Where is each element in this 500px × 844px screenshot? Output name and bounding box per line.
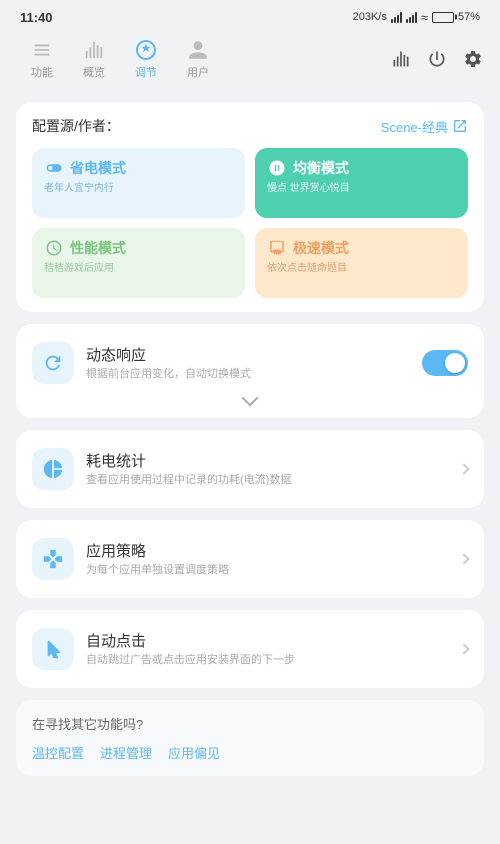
auto-click-row[interactable]: 自动点击 自动跳过广告或点击应用安装界面的下一步: [32, 624, 468, 674]
balanced-name: 均衡模式: [293, 158, 349, 178]
chevron-right-icon-2: [458, 553, 469, 564]
expand-chevron-wrap[interactable]: [32, 396, 468, 404]
tab-feature[interactable]: 功能: [16, 34, 68, 84]
chevron-right-icon-3: [458, 643, 469, 654]
auto-click-card: 自动点击 自动跳过广告或点击应用安装界面的下一步: [16, 610, 484, 688]
mode-card-balanced[interactable]: 均衡模式 慢点 世界赏心悦目: [255, 148, 468, 218]
balanced-desc: 慢点 世界赏心悦目: [267, 182, 456, 196]
app-strategy-text: 应用策略 为每个应用单独设置调度策略: [86, 540, 448, 578]
feature-tab-icon: [30, 38, 54, 62]
bottom-links: 温控配置 进程管理 应用偏见: [32, 743, 468, 762]
app-strategy-name: 应用策略: [86, 540, 448, 561]
chevron-right-icon: [458, 463, 469, 474]
config-scene-button[interactable]: Scene-经典: [381, 117, 468, 136]
link-temp-config[interactable]: 温控配置: [32, 743, 84, 762]
tab-overview-label: 概览: [83, 64, 105, 80]
mode-card-power-save[interactable]: 省电模式 老年人宜宁内行: [32, 148, 245, 218]
chevron-down-icon: [242, 390, 259, 407]
auto-click-icon-wrap: [32, 628, 74, 670]
dynamic-response-card: 动态响应 根据前台应用变化，自动切换模式: [16, 324, 484, 418]
auto-click-desc: 自动跳过广告或点击应用安装界面的下一步: [86, 653, 448, 668]
signal-icon-1: [391, 11, 402, 23]
overview-tab-icon: [82, 38, 106, 62]
config-source-card: 配置源/作者： Scene-经典 省电模式 老年人宜宁内行: [16, 102, 484, 312]
pie-chart-icon: [42, 458, 64, 480]
power-stats-row[interactable]: 耗电统计 查看应用使用过程中记录的功耗(电流)数据: [32, 444, 468, 494]
dynamic-response-row: 动态响应 根据前台应用变化，自动切换模式: [32, 338, 468, 388]
refresh-icon: [42, 352, 64, 374]
signal-icon-2: [406, 11, 417, 23]
tab-feature-label: 功能: [31, 64, 53, 80]
mode-card-turbo-header: 极速模式: [267, 238, 456, 258]
status-bar: 11:40 203K/s ≈ 57%: [0, 0, 500, 30]
turbo-desc: 依次点击随命题目: [267, 262, 456, 276]
tab-user-label: 用户: [187, 64, 209, 80]
performance-desc: 秸秸游戏后应用: [44, 262, 233, 276]
tab-adjust-label: 调节: [135, 64, 157, 80]
gear-action-icon[interactable]: [462, 48, 484, 70]
tab-adjust[interactable]: 调节: [120, 34, 172, 84]
balanced-icon: [267, 158, 287, 178]
power-stats-icon-wrap: [32, 448, 74, 490]
dynamic-response-toggle-wrap: [422, 350, 468, 376]
gamepad-icon: [42, 548, 64, 570]
mode-card-performance[interactable]: 性能模式 秸秸游戏后应用: [32, 228, 245, 298]
mode-card-balanced-header: 均衡模式: [267, 158, 456, 178]
power-action-icon[interactable]: [426, 48, 448, 70]
bottom-title: 在寻找其它功能吗?: [32, 714, 468, 733]
auto-click-name: 自动点击: [86, 630, 448, 651]
status-time: 11:40: [20, 10, 53, 25]
power-save-desc: 老年人宜宁内行: [44, 182, 233, 196]
battery-percent: 57%: [458, 11, 480, 23]
chart-action-icon[interactable]: [390, 48, 412, 70]
nav-tabs: 功能 概览 调节 用户: [16, 34, 224, 84]
dynamic-response-icon-wrap: [32, 342, 74, 384]
dynamic-response-toggle[interactable]: [422, 350, 468, 376]
turbo-icon: [267, 238, 287, 258]
tab-user[interactable]: 用户: [172, 34, 224, 84]
external-link-icon: [452, 118, 468, 134]
power-stats-text: 耗电统计 查看应用使用过程中记录的功耗(电流)数据: [86, 450, 448, 488]
main-content: 配置源/作者： Scene-经典 省电模式 老年人宜宁内行: [0, 92, 500, 844]
adjust-tab-icon: [134, 38, 158, 62]
top-nav: 功能 概览 调节 用户: [0, 30, 500, 92]
wifi-icon: ≈: [421, 10, 428, 25]
power-stats-name: 耗电统计: [86, 450, 448, 471]
mode-card-power-save-header: 省电模式: [44, 158, 233, 178]
link-app-prefs[interactable]: 应用偏见: [168, 743, 220, 762]
power-stats-desc: 查看应用使用过程中记录的功耗(电流)数据: [86, 473, 448, 488]
power-stats-card: 耗电统计 查看应用使用过程中记录的功耗(电流)数据: [16, 430, 484, 508]
battery-icon: [432, 12, 454, 23]
power-stats-chevron: [460, 465, 468, 473]
app-strategy-chevron: [460, 555, 468, 563]
status-right: 203K/s ≈ 57%: [353, 10, 480, 25]
tab-overview[interactable]: 概览: [68, 34, 120, 84]
config-scene-label: Scene-经典: [381, 117, 448, 136]
turbo-name: 极速模式: [293, 238, 349, 258]
mode-card-performance-header: 性能模式: [44, 238, 233, 258]
app-strategy-card: 应用策略 为每个应用单独设置调度策略: [16, 520, 484, 598]
config-title: 配置源/作者：: [32, 116, 120, 136]
dynamic-response-text: 动态响应 根据前台应用变化，自动切换模式: [86, 344, 410, 382]
config-header: 配置源/作者： Scene-经典: [32, 116, 468, 136]
performance-icon: [44, 238, 64, 258]
link-process-mgmt[interactable]: 进程管理: [100, 743, 152, 762]
app-strategy-row[interactable]: 应用策略 为每个应用单独设置调度策略: [32, 534, 468, 584]
dynamic-response-name: 动态响应: [86, 344, 410, 365]
app-strategy-desc: 为每个应用单独设置调度策略: [86, 563, 448, 578]
performance-name: 性能模式: [70, 238, 126, 258]
mode-grid: 省电模式 老年人宜宁内行 均衡模式 慢点 世界赏心悦目: [32, 148, 468, 298]
auto-click-text: 自动点击 自动跳过广告或点击应用安装界面的下一步: [86, 630, 448, 668]
user-tab-icon: [186, 38, 210, 62]
auto-click-chevron: [460, 645, 468, 653]
mode-card-turbo[interactable]: 极速模式 依次点击随命题目: [255, 228, 468, 298]
network-speed: 203K/s: [353, 11, 387, 23]
cursor-icon: [42, 638, 64, 660]
bottom-section: 在寻找其它功能吗? 温控配置 进程管理 应用偏见: [16, 700, 484, 776]
app-strategy-icon-wrap: [32, 538, 74, 580]
power-save-icon: [44, 158, 64, 178]
power-save-name: 省电模式: [70, 158, 126, 178]
nav-actions: [390, 48, 484, 70]
dynamic-response-desc: 根据前台应用变化，自动切换模式: [86, 367, 410, 382]
